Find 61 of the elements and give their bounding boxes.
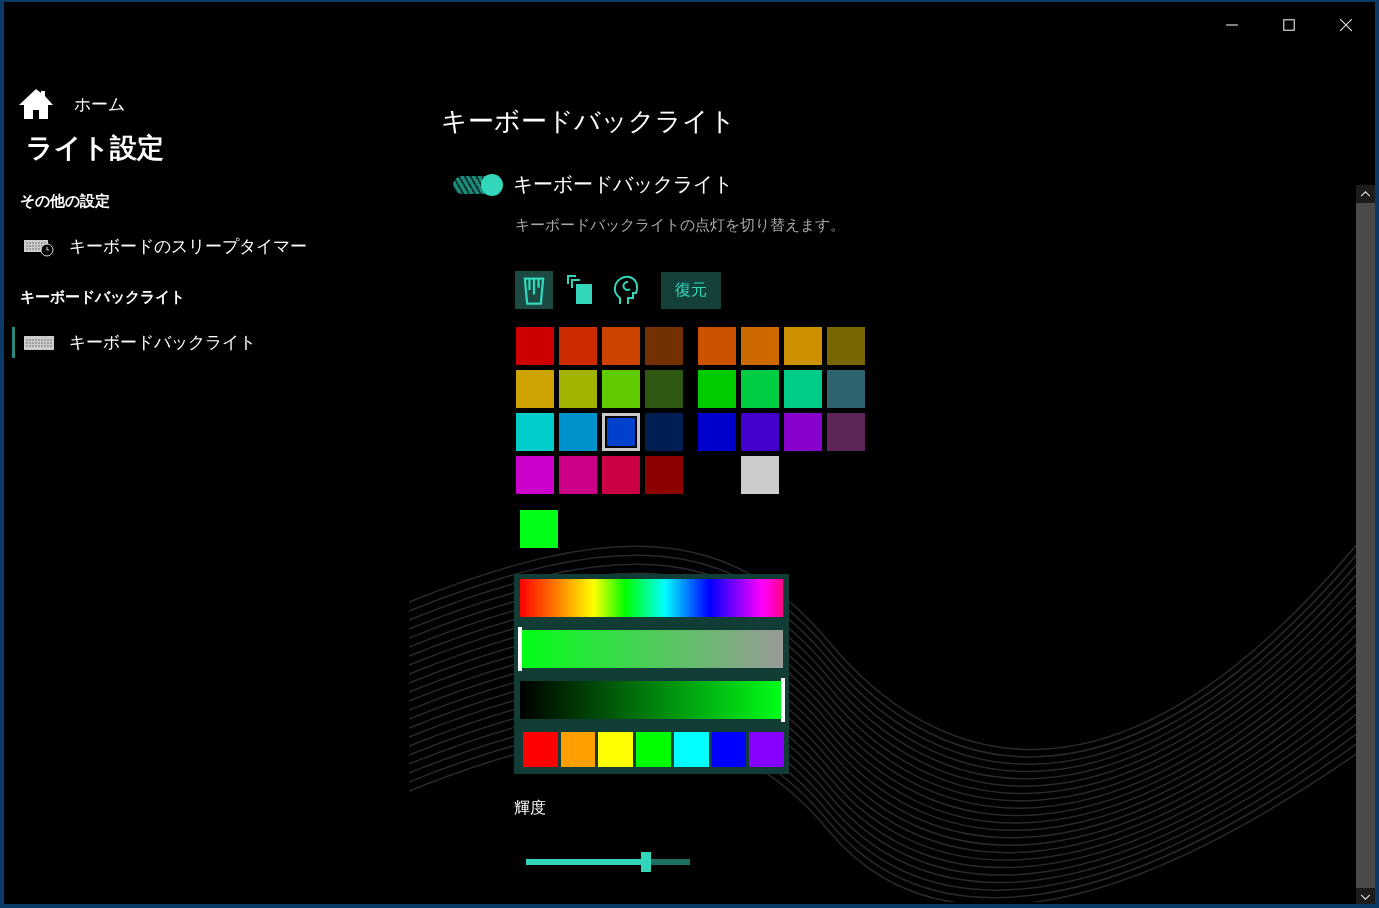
color-swatch[interactable] bbox=[741, 456, 779, 494]
color-swatch[interactable] bbox=[645, 370, 683, 408]
brightness-bar[interactable] bbox=[520, 681, 783, 719]
preset-swatch[interactable] bbox=[673, 732, 709, 767]
slider-thumb[interactable] bbox=[640, 852, 651, 872]
custom-color-swatch[interactable] bbox=[520, 510, 558, 548]
color-swatch[interactable] bbox=[516, 327, 554, 365]
color-swatch[interactable] bbox=[559, 327, 597, 365]
color-swatch[interactable] bbox=[516, 370, 554, 408]
color-swatch[interactable] bbox=[784, 370, 822, 408]
saturation-bar[interactable] bbox=[520, 630, 783, 668]
color-swatch[interactable] bbox=[559, 413, 597, 451]
color-swatch[interactable] bbox=[827, 327, 865, 365]
page-title: キーボードバックライト bbox=[441, 105, 737, 138]
color-swatch[interactable] bbox=[645, 456, 683, 494]
color-swatch[interactable] bbox=[602, 370, 640, 408]
color-swatch[interactable] bbox=[602, 413, 640, 451]
color-swatch[interactable] bbox=[645, 413, 683, 451]
color-swatch[interactable] bbox=[741, 327, 779, 365]
color-swatch[interactable] bbox=[559, 370, 597, 408]
sidebar-item[interactable]: キーボードバックライト bbox=[12, 327, 439, 358]
color-swatch[interactable] bbox=[827, 413, 865, 451]
color-swatch[interactable] bbox=[827, 370, 865, 408]
color-swatch[interactable] bbox=[645, 327, 683, 365]
color-swatch[interactable] bbox=[698, 413, 736, 451]
color-swatch[interactable] bbox=[741, 370, 779, 408]
preset-swatch[interactable] bbox=[598, 732, 634, 767]
color-swatch[interactable] bbox=[602, 327, 640, 365]
color-swatch[interactable] bbox=[602, 456, 640, 494]
restore-button[interactable]: 復元 bbox=[661, 272, 721, 309]
home-link[interactable]: ホーム bbox=[74, 92, 125, 116]
hue-bar[interactable] bbox=[520, 579, 783, 617]
preset-swatch[interactable] bbox=[560, 732, 596, 767]
preset-swatch[interactable] bbox=[711, 732, 747, 767]
preset-swatch[interactable] bbox=[636, 732, 671, 767]
maximize-icon[interactable] bbox=[1282, 18, 1296, 32]
brightness-marker[interactable] bbox=[781, 678, 785, 722]
toggle-label: キーボードバックライト bbox=[513, 171, 733, 198]
color-swatch[interactable] bbox=[698, 370, 736, 408]
preset-swatch[interactable] bbox=[749, 732, 785, 767]
saturation-marker[interactable] bbox=[518, 627, 522, 671]
brightness-slider[interactable] bbox=[526, 852, 690, 872]
sidebar-title: ライト設定 bbox=[26, 131, 165, 165]
home-icon[interactable] bbox=[18, 88, 54, 120]
section-heading: キーボードバックライト bbox=[20, 288, 186, 307]
close-icon[interactable] bbox=[1339, 18, 1353, 32]
color-swatch[interactable] bbox=[698, 327, 736, 365]
bucket-tool-button[interactable] bbox=[515, 271, 553, 309]
color-swatch[interactable] bbox=[784, 413, 822, 451]
color-swatch[interactable] bbox=[784, 327, 822, 365]
sidebar-item[interactable]: キーボードのスリープタイマー bbox=[12, 231, 439, 262]
brightness-label: 輝度 bbox=[514, 798, 547, 819]
color-swatch[interactable] bbox=[516, 456, 554, 494]
section-heading: その他の設定 bbox=[20, 192, 111, 211]
color-swatch[interactable] bbox=[741, 413, 779, 451]
scrollbar[interactable] bbox=[1356, 185, 1375, 904]
color-swatch[interactable] bbox=[516, 413, 554, 451]
toggle-switch[interactable] bbox=[453, 175, 501, 194]
color-swatch[interactable] bbox=[559, 456, 597, 494]
toggle-description: キーボードバックライトの点灯を切り替えます。 bbox=[515, 216, 846, 235]
preset-swatch[interactable] bbox=[523, 732, 558, 767]
